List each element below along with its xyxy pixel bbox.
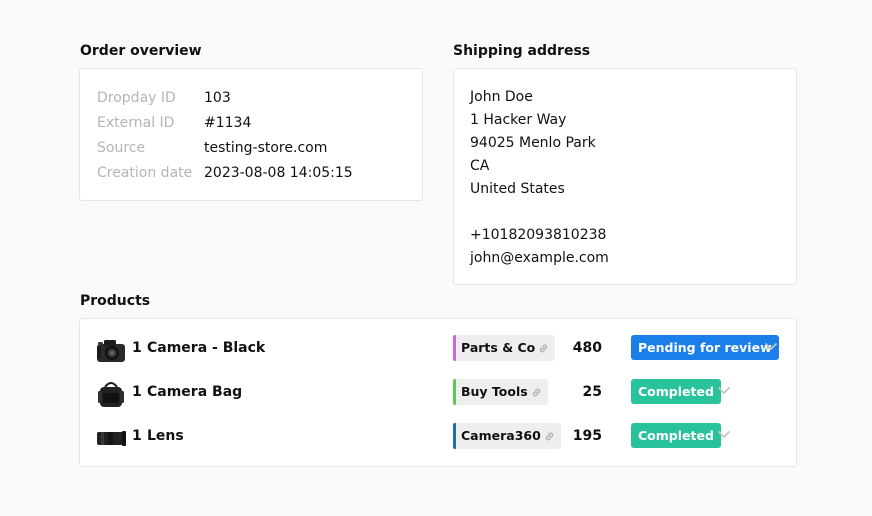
- shipping-name: John Doe: [470, 89, 533, 105]
- overview-value: #1134: [204, 115, 252, 131]
- overview-label: Creation date: [97, 165, 193, 181]
- supplier-tag[interactable]: Buy Tools: [453, 379, 548, 405]
- product-name: Camera - Black: [147, 340, 266, 356]
- status-badge: Completed: [631, 423, 721, 448]
- link-icon[interactable]: [531, 387, 542, 398]
- product-qty: 1: [132, 428, 142, 444]
- product-price: 480: [572, 340, 602, 356]
- camera-bag-icon: [98, 382, 124, 407]
- lens-icon: [97, 431, 126, 446]
- overview-value: 2023-08-08 14:05:15: [204, 165, 353, 181]
- chevron-down-icon[interactable]: [717, 385, 731, 395]
- overview-label: External ID: [97, 115, 175, 131]
- product-name: Lens: [147, 428, 184, 444]
- chevron-down-icon[interactable]: [764, 341, 778, 351]
- product-qty: 1: [132, 340, 142, 356]
- shipping-state: CA: [470, 158, 490, 174]
- supplier-name: Camera360: [461, 428, 541, 443]
- overview-label: Source: [97, 140, 146, 156]
- overview-value: testing-store.com: [204, 140, 328, 156]
- supplier-tag[interactable]: Parts & Co: [453, 335, 556, 361]
- order-overview-title: Order overview: [80, 43, 202, 59]
- supplier-color-bar: [453, 335, 456, 361]
- supplier-name: Parts & Co: [461, 340, 536, 355]
- product-row: 1 Camera Bag Buy Tools 25 Completed: [80, 371, 796, 415]
- shipping-phone: +10182093810238: [470, 227, 607, 243]
- product-price: 195: [572, 428, 602, 444]
- products-title: Products: [80, 293, 151, 309]
- shipping-street: 1 Hacker Way: [470, 112, 567, 128]
- shipping-address-title: Shipping address: [453, 43, 591, 59]
- status-badge: Pending for review: [631, 335, 779, 360]
- overview-label: Dropday ID: [97, 90, 176, 106]
- product-row: 1 Lens Camera360 195 Completed: [80, 415, 796, 459]
- shipping-email: john@example.com: [470, 250, 609, 266]
- camera-icon: [97, 340, 125, 362]
- supplier-color-bar: [453, 379, 456, 405]
- supplier-color-bar: [453, 423, 456, 449]
- status-badge: Completed: [631, 379, 721, 404]
- order-overview-card: Dropday ID 103 External ID #1134 Source …: [79, 68, 423, 201]
- product-row: 1 Camera - Black Parts & Co 480 Pending …: [80, 327, 796, 371]
- product-name: Camera Bag: [147, 384, 243, 400]
- overview-value: 103: [204, 90, 231, 106]
- shipping-address-card: John Doe 1 Hacker Way 94025 Menlo Park C…: [453, 68, 797, 285]
- chevron-down-icon[interactable]: [717, 429, 731, 439]
- shipping-country: United States: [470, 181, 565, 197]
- product-price: 25: [582, 384, 602, 400]
- shipping-city: 94025 Menlo Park: [470, 135, 596, 151]
- product-qty: 1: [132, 384, 142, 400]
- products-card: 1 Camera - Black Parts & Co 480 Pending …: [79, 318, 797, 467]
- supplier-name: Buy Tools: [461, 384, 528, 399]
